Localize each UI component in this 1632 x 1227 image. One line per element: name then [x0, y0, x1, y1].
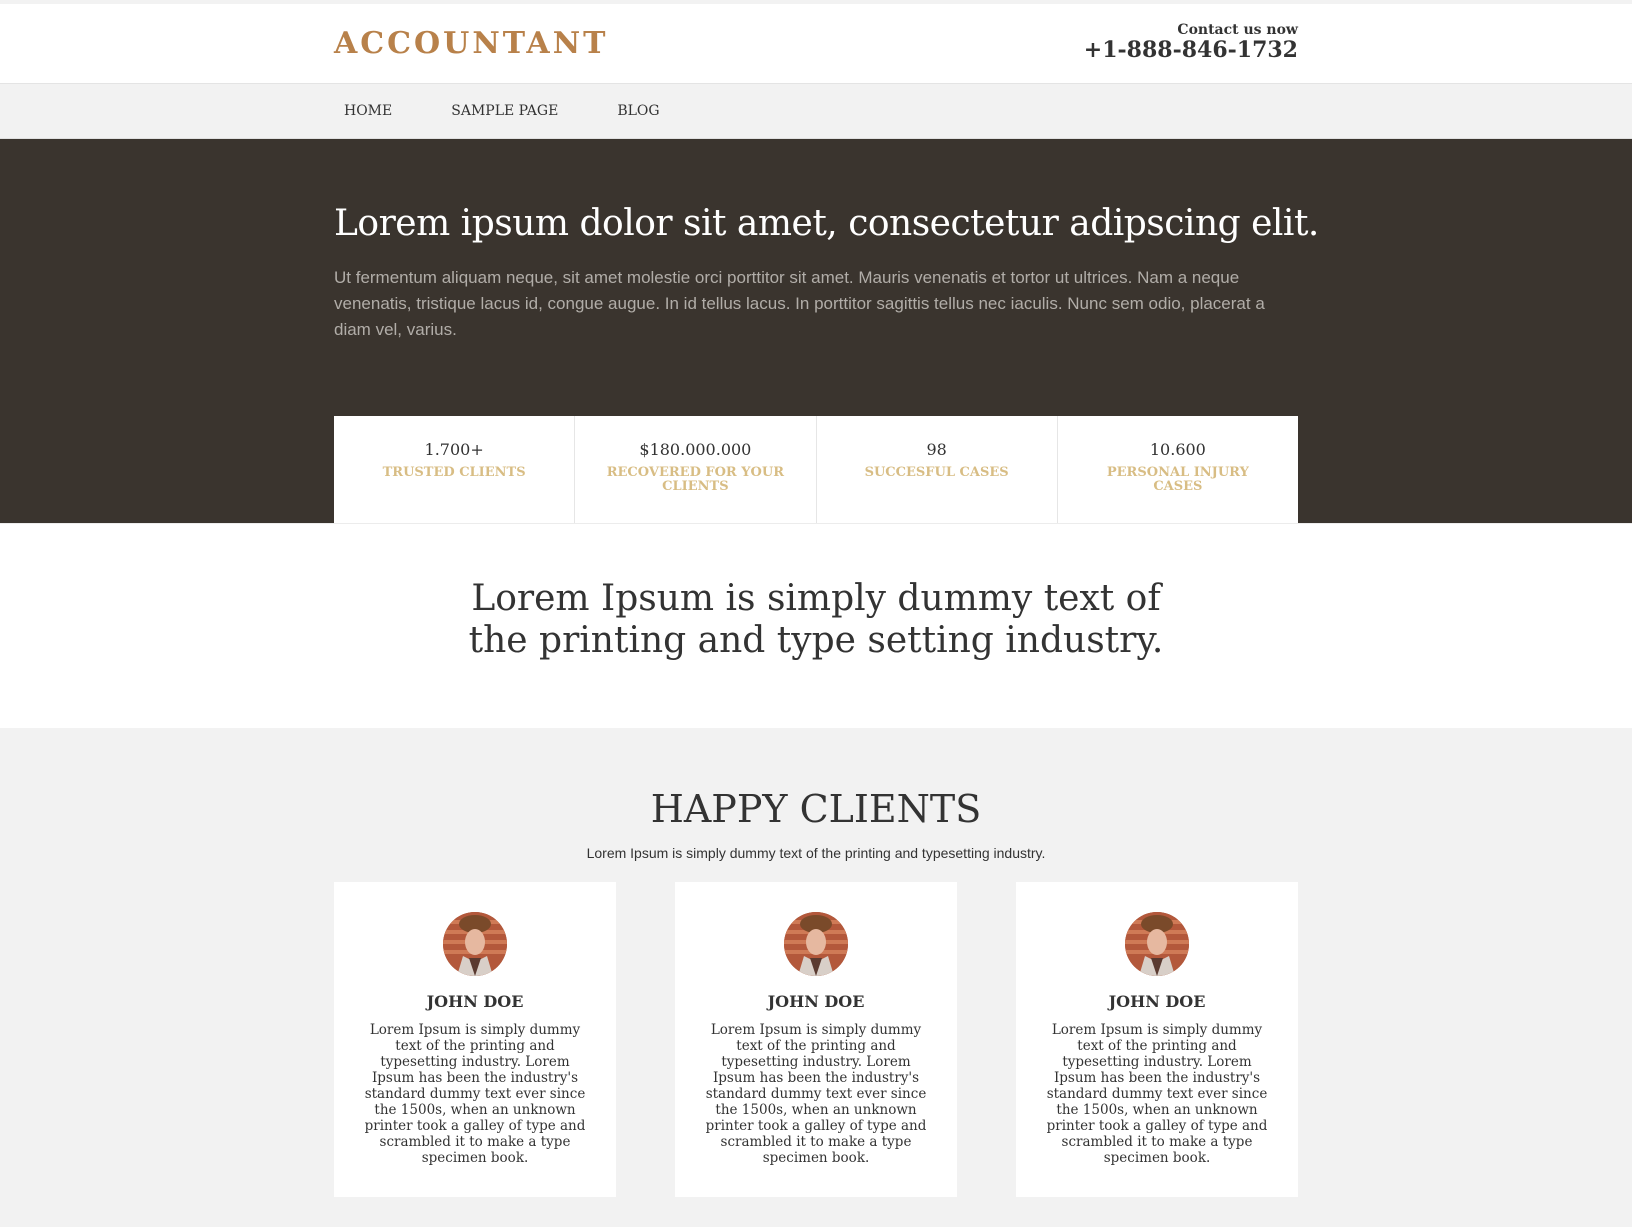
stat-label: PERSONAL INJURY CASES — [1106, 465, 1249, 494]
stats-bar: 1.700+ TRUSTED CLIENTS $180.000.000 RECO… — [334, 416, 1298, 523]
stat-recovered: $180.000.000 RECOVERED FOR YOUR CLIENTS — [575, 416, 817, 523]
stat-personal-injury: 10.600 PERSONAL INJURY CASES — [1058, 416, 1298, 523]
stat-label: SUCCESFUL CASES — [864, 465, 1009, 480]
intro-line-2: the printing and type setting industry. — [468, 620, 1164, 661]
avatar-image — [1125, 912, 1189, 976]
stat-value: 1.700+ — [424, 440, 484, 459]
testimonial-card: JOHN DOE Lorem Ipsum is simply dummy tex… — [1016, 882, 1298, 1197]
main-nav: HOME SAMPLE PAGE BLOG — [0, 84, 1632, 139]
intro-line-1: Lorem Ipsum is simply dummy text of — [471, 578, 1161, 619]
stat-value: 10.600 — [1149, 440, 1206, 459]
testimonials-title: HAPPY CLIENTS — [650, 787, 982, 831]
hero-title: Lorem ipsum dolor sit amet, consectetur … — [334, 203, 1319, 244]
stat-successful-cases: 98 SUCCESFUL CASES — [817, 416, 1058, 523]
intro-section: Lorem Ipsum is simply dummy text of the … — [0, 523, 1632, 728]
site-logo[interactable]: ACCOUNTANT — [334, 26, 608, 61]
client-name: JOHN DOE — [426, 992, 524, 1011]
contact-phone[interactable]: +1-888-846-1732 — [1084, 38, 1298, 62]
testimonial-card: JOHN DOE Lorem Ipsum is simply dummy tex… — [675, 882, 957, 1197]
contact-label: Contact us now — [1177, 22, 1298, 38]
stat-trusted-clients: 1.700+ TRUSTED CLIENTS — [334, 416, 576, 523]
client-avatar — [1125, 912, 1189, 976]
stat-label: RECOVERED FOR YOUR CLIENTS — [606, 465, 785, 494]
stat-value: $180.000.000 — [639, 440, 752, 459]
nav-item-blog[interactable]: BLOG — [607, 103, 688, 119]
testimonials-subtitle: Lorem Ipsum is simply dummy text of the … — [586, 845, 1046, 861]
client-avatar — [443, 912, 507, 976]
client-name: JOHN DOE — [767, 992, 865, 1011]
client-name: JOHN DOE — [1108, 992, 1206, 1011]
hero-text: Ut fermentum aliquam neque, sit amet mol… — [334, 268, 1265, 339]
testimonial-cards: JOHN DOE Lorem Ipsum is simply dummy tex… — [334, 882, 1298, 1197]
hero-section: Lorem ipsum dolor sit amet, consectetur … — [0, 139, 1632, 523]
contact-block: Contact us now +1-888-846-1732 — [1084, 22, 1298, 62]
client-quote: Lorem Ipsum is simply dummy text of the … — [705, 1022, 927, 1166]
client-quote: Lorem Ipsum is simply dummy text of the … — [364, 1022, 586, 1166]
nav-item-home[interactable]: HOME — [334, 103, 421, 119]
testimonials-section: HAPPY CLIENTS Lorem Ipsum is simply dumm… — [0, 728, 1632, 1227]
testimonial-card: JOHN DOE Lorem Ipsum is simply dummy tex… — [334, 882, 616, 1197]
client-quote: Lorem Ipsum is simply dummy text of the … — [1046, 1022, 1268, 1166]
avatar-image — [784, 912, 848, 976]
avatar-image — [443, 912, 507, 976]
client-avatar — [784, 912, 848, 976]
stat-label: TRUSTED CLIENTS — [382, 465, 526, 480]
nav-item-sample-page[interactable]: SAMPLE PAGE — [441, 103, 587, 119]
intro-heading: Lorem Ipsum is simply dummy text of the … — [0, 578, 1632, 662]
site-header: ACCOUNTANT Contact us now +1-888-846-173… — [0, 4, 1632, 84]
stat-value: 98 — [926, 440, 947, 459]
